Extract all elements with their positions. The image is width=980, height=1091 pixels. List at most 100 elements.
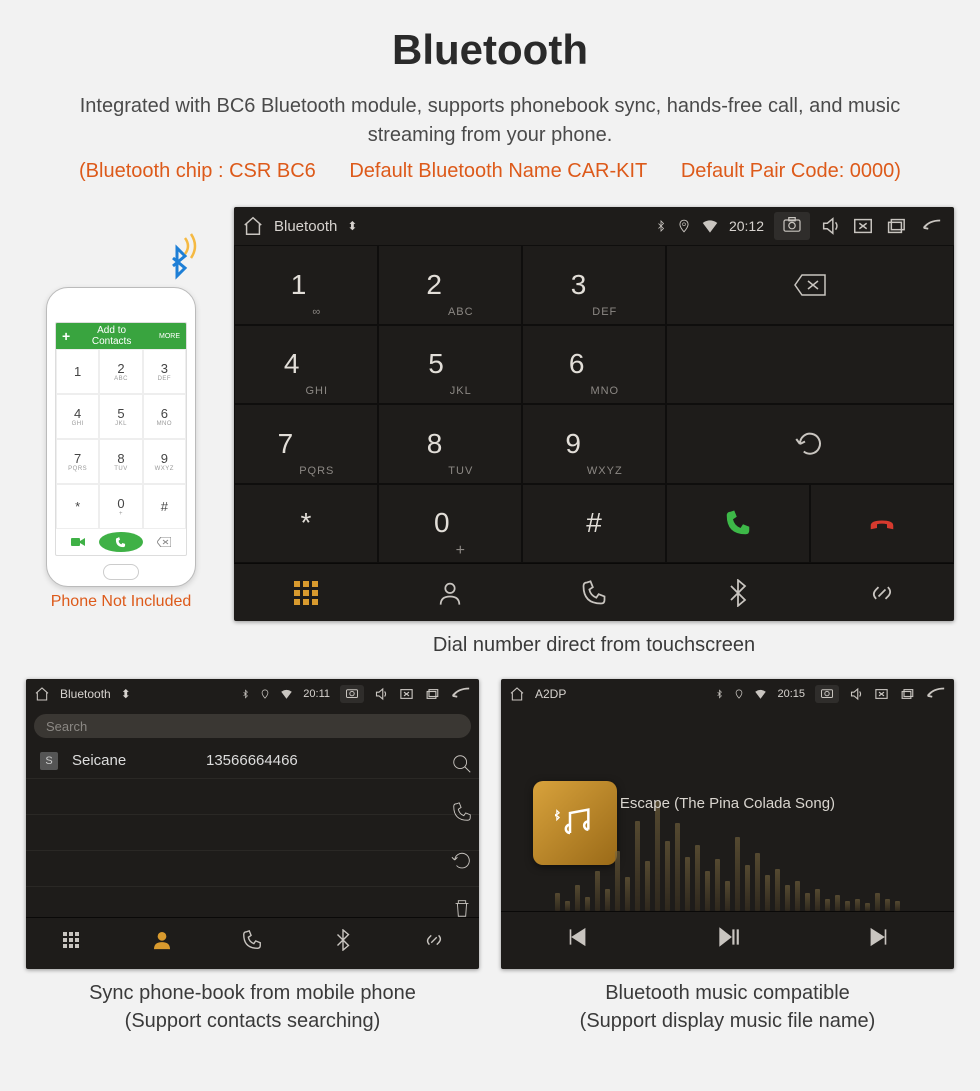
bluetooth-icon [724,579,752,607]
bluetooth-icon [655,215,667,237]
volume-icon[interactable] [820,215,842,237]
back-icon[interactable] [924,683,946,705]
recent-apps-icon[interactable] [424,683,439,705]
nav-contacts[interactable] [117,918,208,961]
close-window-icon[interactable] [874,683,889,705]
screenshot-icon[interactable] [815,685,839,703]
video-call-icon [56,529,99,555]
hangup-button[interactable] [810,484,954,564]
volume-icon[interactable] [374,683,389,705]
screenshot-icon[interactable] [774,212,810,240]
prev-track-button[interactable] [501,912,652,961]
location-icon [734,683,744,705]
dialer-screen: Bluetooth ⬍ 20:12 1∞2ABC3DEF4GHI5JKL6MNO… [234,207,954,621]
phone-caption: Phone Not Included [26,593,216,611]
dial-key-8[interactable]: 8TUV [378,404,522,484]
home-icon[interactable] [509,683,525,705]
nav-pair[interactable] [388,918,479,961]
skip-next-icon [866,924,892,950]
next-track-button[interactable] [803,912,954,961]
empty-cell [666,325,954,405]
phone-key: 1 [56,349,99,394]
more-label: MORE [159,333,180,340]
dial-key-3[interactable]: 3DEF [522,245,666,325]
search-input[interactable]: Search [34,714,471,738]
recent-apps-icon[interactable] [899,683,914,705]
trash-icon[interactable] [451,897,473,919]
home-icon[interactable] [34,683,50,705]
nav-bluetooth[interactable] [298,918,389,961]
backspace-icon [793,273,827,297]
dial-key-4[interactable]: 4GHI [234,325,378,405]
phone-key: 8TUV [99,439,142,484]
status-time: 20:15 [777,688,805,700]
play-pause-button[interactable] [652,912,803,961]
add-contacts-label: Add to Contacts [76,325,147,347]
nav-bluetooth[interactable] [666,564,810,621]
list-item [26,815,479,851]
usb-icon: ⬍ [121,687,131,701]
dial-key-9[interactable]: 9WXYZ [522,404,666,484]
nav-recent-calls[interactable] [522,564,666,621]
dialer-caption: Dial number direct from touchscreen [234,631,954,659]
spec-chip: (Bluetooth chip : CSR BC6 [79,160,316,182]
dial-key-5[interactable]: 5JKL [378,325,522,405]
redial-button[interactable] [666,404,954,484]
back-icon[interactable] [916,215,946,237]
recent-apps-icon[interactable] [884,215,906,237]
wifi-icon [701,215,719,237]
phone-key: 9WXYZ [143,439,186,484]
spec-code: Default Pair Code: 0000) [681,160,901,182]
nav-pair[interactable] [810,564,954,621]
phone-key: * [56,484,99,529]
phone-outline-icon[interactable] [451,801,473,823]
dial-key-7[interactable]: 7PQRS [234,404,378,484]
page-title: Bluetooth [40,26,940,74]
person-icon [436,579,464,607]
location-icon [260,683,270,705]
bluetooth-signal-icon [151,228,205,287]
music-caption: Bluetooth music compatible (Support disp… [501,979,954,1035]
song-title: Escape (The Pina Colada Song) [620,795,835,812]
back-icon[interactable] [449,683,471,705]
contact-name: Seicane [72,752,192,769]
nav-contacts[interactable] [378,564,522,621]
link-icon [423,929,445,951]
close-window-icon[interactable] [399,683,414,705]
screenshot-icon[interactable] [340,685,364,703]
nav-keypad[interactable] [234,564,378,621]
nav-keypad[interactable] [26,918,117,961]
close-window-icon[interactable] [852,215,874,237]
refresh-icon[interactable] [451,849,473,871]
dial-key-hash[interactable]: # [522,484,666,564]
call-icon [723,508,753,538]
home-icon[interactable] [242,215,264,237]
phonebook-caption: Sync phone-book from mobile phone (Suppo… [26,979,479,1035]
backspace-button[interactable] [666,245,954,325]
dial-key-star[interactable]: * [234,484,378,564]
nav-recent-calls[interactable] [207,918,298,961]
phone-mockup: + Add to Contacts MORE 12ABC3DEF4GHI5JKL… [46,287,196,587]
status-time: 20:11 [303,688,330,700]
phone-key: 6MNO [143,394,186,439]
keypad-icon [294,581,318,605]
phone-call-button [99,532,142,552]
phone-key: 2ABC [99,349,142,394]
dial-key-6[interactable]: 6MNO [522,325,666,405]
page-subtitle: Integrated with BC6 Bluetooth module, su… [40,92,940,150]
dial-key-0[interactable]: 0+ [378,484,522,564]
home-button-icon [103,564,139,580]
bluetooth-icon [715,683,724,705]
redial-icon [795,429,825,459]
phone-key: 4GHI [56,394,99,439]
contact-number: 13566664466 [206,752,298,769]
play-pause-icon [715,924,741,950]
dial-key-1[interactable]: 1∞ [234,245,378,325]
status-title: Bluetooth [274,218,337,235]
search-icon[interactable] [451,753,473,775]
location-icon [677,215,691,237]
volume-icon[interactable] [849,683,864,705]
call-button[interactable] [666,484,810,564]
dial-key-2[interactable]: 2ABC [378,245,522,325]
contact-row[interactable]: S Seicane 13566664466 [26,743,479,779]
